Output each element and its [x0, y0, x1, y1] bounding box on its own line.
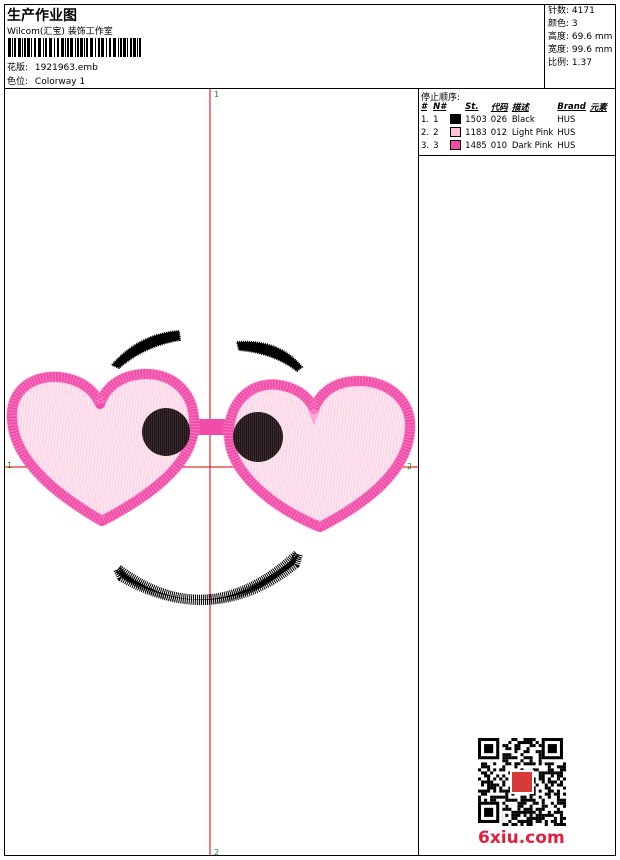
row-stitches: 1183	[465, 127, 487, 138]
row-element	[588, 139, 609, 152]
design-preview: 1 2 1 2	[4, 89, 419, 857]
qr-code	[478, 738, 566, 826]
guide-label-bottom: 2	[214, 848, 219, 856]
row-swatch	[448, 139, 463, 152]
embroidery-canvas: 1 2 1 2	[4, 89, 419, 857]
site-watermark: 6xiu.com	[478, 828, 565, 848]
table-row: 1. 1 1503 026 Black HUS	[419, 113, 609, 126]
table-row: 3. 3 1485 010 Dark Pink HUS	[419, 139, 609, 152]
row-code: 012	[490, 127, 508, 138]
smile-mouth	[113, 549, 303, 606]
table-row: 2. 2 1183 012 Light Pink HUS	[419, 126, 609, 139]
row-needle: 2	[433, 127, 439, 138]
row-swatch	[448, 126, 463, 139]
color-table: # N# St. 代码 描述 Brand 元素 1. 1 1503 026 Black H…	[419, 101, 609, 152]
row-element	[588, 126, 609, 139]
panel-divider	[419, 155, 616, 156]
col-header: 元素	[589, 103, 607, 113]
guide-label-top: 1	[214, 90, 219, 99]
row-desc: Light Pink	[511, 127, 554, 138]
guide-label-right: 2	[407, 462, 412, 471]
design-value: 1921963.emb	[34, 63, 98, 73]
row-element	[588, 113, 609, 126]
color-swatch	[450, 127, 462, 138]
col-header: N#	[433, 102, 447, 112]
company-name: Wilcom(汇宝) 装饰工作室	[7, 27, 113, 37]
row-swatch	[448, 113, 463, 126]
stat-width: 宽度: 99.6 mm	[548, 45, 613, 55]
row-needle: 1	[433, 114, 439, 125]
col-header: Brand	[557, 102, 586, 112]
row-code: 026	[490, 114, 508, 125]
col-header: #	[421, 102, 427, 112]
row-index: 2.	[421, 127, 430, 138]
page-title: 生产作业图	[7, 8, 77, 24]
row-code: 010	[490, 140, 508, 151]
row-stitches: 1503	[465, 114, 487, 125]
colorway-label: 色位:	[7, 77, 29, 87]
row-brand: HUS	[557, 114, 576, 125]
row-desc: Dark Pink	[511, 140, 553, 151]
color-table-header: # N# St. 代码 描述 Brand 元素	[419, 101, 609, 113]
stat-colors: 颜色: 3	[548, 19, 578, 29]
row-needle: 3	[433, 140, 439, 151]
seal-icon	[510, 770, 534, 794]
colorway-value: Colorway 1	[34, 77, 86, 87]
right-eyebrow	[235, 340, 304, 373]
left-eyebrow	[110, 329, 182, 370]
col-header: 描述	[511, 103, 529, 113]
row-index: 1.	[421, 114, 430, 125]
col-header: St.	[465, 102, 479, 112]
design-label: 花版:	[7, 63, 29, 73]
header-info: 生产作业图 Wilcom(汇宝) 装饰工作室 花版: 1921963.emb 色…	[4, 4, 545, 88]
guide-label-left: 1	[7, 461, 12, 470]
right-pupil	[233, 412, 283, 462]
stat-stitches: 针数: 4171	[548, 6, 595, 16]
design-file-row: 花版: 1921963.emb	[7, 60, 98, 73]
header: 生产作业图 Wilcom(汇宝) 装饰工作室 花版: 1921963.emb 色…	[4, 4, 616, 89]
stat-scale: 比例: 1.37	[548, 58, 592, 68]
row-desc: Black	[511, 114, 535, 125]
colorway-row: 色位: Colorway 1	[7, 74, 85, 87]
design-stats: 针数: 4171 颜色: 3 高度: 69.6 mm 宽度: 99.6 mm 比…	[548, 5, 612, 70]
row-brand: HUS	[557, 140, 576, 151]
stat-height: 高度: 69.6 mm	[548, 32, 613, 42]
col-header: 代码	[490, 103, 508, 113]
color-swatch	[450, 140, 462, 151]
barcode	[8, 38, 141, 57]
row-index: 3.	[421, 140, 430, 151]
color-swatch	[450, 114, 462, 125]
left-pupil	[142, 408, 190, 456]
row-brand: HUS	[557, 127, 576, 138]
row-stitches: 1485	[465, 140, 487, 151]
